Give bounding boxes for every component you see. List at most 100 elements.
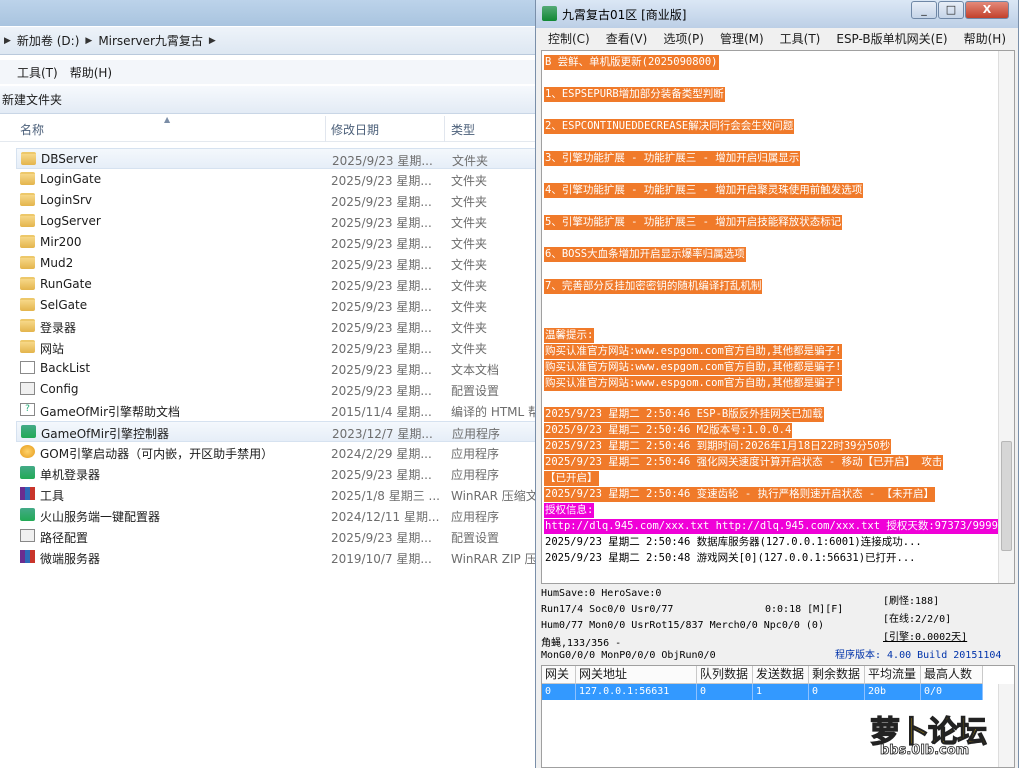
file-row[interactable]: 网站 2025/9/23 星期... 文件夹 bbox=[16, 337, 540, 358]
menu-tools[interactable]: 工具(T) bbox=[772, 30, 829, 47]
column-name[interactable]: 名称 bbox=[20, 121, 44, 138]
file-type: 编译的 HTML 帮 bbox=[451, 405, 541, 419]
chevron-right-icon[interactable]: ▶ bbox=[2, 36, 13, 46]
file-row[interactable]: RunGate 2025/9/23 星期... 文件夹 bbox=[16, 274, 540, 295]
file-type: 文件夹 bbox=[452, 154, 489, 168]
file-row[interactable]: Mud2 2025/9/23 星期... 文件夹 bbox=[16, 253, 540, 274]
column-type[interactable]: 类型 bbox=[451, 121, 475, 138]
file-row[interactable]: BackList 2025/9/23 星期... 文本文档 bbox=[16, 358, 540, 379]
close-button[interactable]: X bbox=[965, 1, 1009, 19]
file-name: 路径配置 bbox=[40, 531, 89, 545]
file-date: 2025/9/23 星期... bbox=[331, 468, 432, 482]
address-bar[interactable]: ▶ 新加卷 (D:) ▶ Mirserver九霄复古 ▶ bbox=[0, 27, 540, 55]
file-date: 2025/9/23 星期... bbox=[331, 342, 432, 356]
config-file-icon bbox=[20, 382, 35, 395]
gom-launcher-icon bbox=[20, 445, 35, 458]
scrollbar-thumb[interactable] bbox=[1001, 441, 1012, 551]
log-line: 2025/9/23 星期二 2:50:48 游戏网关[0](127.0.0.1:… bbox=[545, 552, 916, 564]
file-row[interactable]: Config 2025/9/23 星期... 配置设置 bbox=[16, 379, 540, 400]
menu-help[interactable]: 帮助(H) bbox=[956, 30, 1014, 47]
file-row[interactable]: 工具 2025/1/8 星期三 ... WinRAR 压缩文 bbox=[16, 484, 540, 505]
file-row[interactable]: GameOfMir引擎控制器 2023/12/7 星期... 应用程序 bbox=[16, 421, 540, 442]
stat-engine: [引擎:0.0002天] bbox=[883, 632, 968, 643]
file-date: 2025/9/23 星期... bbox=[331, 384, 432, 398]
gateway-column-header[interactable]: 网关 bbox=[542, 666, 576, 684]
minimize-button[interactable]: _ bbox=[911, 1, 937, 19]
file-name: Mud2 bbox=[40, 256, 74, 270]
file-row[interactable]: LoginSrv 2025/9/23 星期... 文件夹 bbox=[16, 190, 540, 211]
file-row[interactable]: Mir200 2025/9/23 星期... 文件夹 bbox=[16, 232, 540, 253]
file-row[interactable]: 路径配置 2025/9/23 星期... 配置设置 bbox=[16, 526, 540, 547]
watermark-logo: 萝卜论坛 bbs.0lb.com bbox=[869, 705, 1010, 763]
column-divider[interactable] bbox=[444, 116, 445, 142]
log-scrollbar[interactable] bbox=[998, 51, 1014, 583]
gateway-cell[interactable]: 1 bbox=[753, 684, 809, 700]
gateway-column-header[interactable]: 队列数据 bbox=[697, 666, 753, 684]
menu-esp-gateway[interactable]: ESP-B版单机网关(E) bbox=[828, 30, 955, 47]
explorer-title-strip bbox=[0, 0, 540, 26]
application-icon bbox=[20, 508, 35, 521]
log-line: 温馨提示: bbox=[544, 328, 595, 343]
title-bar[interactable]: 九霄复古01区 [商业版] _ □ X bbox=[536, 0, 1018, 28]
menu-tools[interactable]: 工具(T) bbox=[14, 64, 67, 81]
file-type: 应用程序 bbox=[451, 510, 500, 524]
file-row[interactable]: GOM引擎启动器（可内嵌，开区助手禁用） 2024/2/29 星期... 应用程序 bbox=[16, 442, 540, 463]
gateway-cell[interactable]: 0 bbox=[697, 684, 753, 700]
file-name: SelGate bbox=[40, 298, 88, 312]
status-panel: HumSave:0 HeroSave:0 Run17/4 Soc0/0 Usr0… bbox=[541, 586, 1015, 664]
menu-control[interactable]: 控制(C) bbox=[540, 30, 598, 47]
gateway-column-header[interactable]: 最高人数 bbox=[921, 666, 983, 684]
file-date: 2024/12/11 星期... bbox=[331, 510, 440, 524]
file-name: BackList bbox=[40, 361, 91, 375]
gateway-cell[interactable]: 0/0 bbox=[921, 684, 983, 700]
file-row[interactable]: LogServer 2025/9/23 星期... 文件夹 bbox=[16, 211, 540, 232]
file-type: 应用程序 bbox=[451, 468, 500, 482]
file-type: 应用程序 bbox=[451, 447, 500, 461]
log-panel[interactable]: B 尝鲜、单机版更新(2025090800) 1、ESPSEPURB增加部分装备类… bbox=[541, 50, 1015, 584]
file-type: 文件夹 bbox=[451, 279, 488, 293]
gateway-column-header[interactable]: 发送数据 bbox=[753, 666, 809, 684]
menu-help[interactable]: 帮助(H) bbox=[67, 64, 121, 81]
folder-icon bbox=[20, 172, 35, 185]
menu-manage[interactable]: 管理(M) bbox=[712, 30, 772, 47]
chevron-right-icon[interactable]: ▶ bbox=[83, 36, 94, 46]
file-type: 文件夹 bbox=[451, 237, 488, 251]
column-date[interactable]: 修改日期 bbox=[331, 121, 379, 138]
file-row[interactable]: 微端服务器 2019/10/7 星期... WinRAR ZIP 压 bbox=[16, 547, 540, 568]
file-type: 配置设置 bbox=[451, 384, 500, 398]
menu-options[interactable]: 选项(P) bbox=[655, 30, 712, 47]
file-row[interactable]: DBServer 2025/9/23 星期... 文件夹 bbox=[16, 148, 540, 169]
gateway-column-header[interactable]: 平均流量 bbox=[865, 666, 921, 684]
folder-icon bbox=[20, 214, 35, 227]
file-date: 2025/1/8 星期三 ... bbox=[331, 489, 440, 503]
menu-view[interactable]: 查看(V) bbox=[598, 30, 656, 47]
stat-save: HumSave:0 HeroSave:0 bbox=[541, 588, 662, 599]
folder-icon bbox=[20, 193, 35, 206]
file-row[interactable]: LoginGate 2025/9/23 星期... 文件夹 bbox=[16, 169, 540, 190]
gateway-cell[interactable]: 0 bbox=[542, 684, 576, 700]
log-line: 购买认准官方网站:www.espgom.com官方自助,其他都是骗子! bbox=[544, 360, 843, 375]
log-line: 购买认准官方网站:www.espgom.com官方自助,其他都是骗子! bbox=[544, 376, 843, 391]
breadcrumb-drive[interactable]: 新加卷 (D:) bbox=[13, 32, 83, 49]
new-folder-button[interactable]: 新建文件夹 bbox=[2, 91, 62, 108]
maximize-button[interactable]: □ bbox=[938, 1, 964, 19]
app-icon bbox=[542, 6, 557, 21]
sort-up-icon: ▲ bbox=[164, 115, 171, 124]
log-line: 3、引擎功能扩展 - 功能扩展三 - 增加开启归属显示 bbox=[544, 151, 801, 166]
stat-monsters: 角蝇,133/356 - bbox=[541, 638, 622, 649]
file-row[interactable]: 火山服务端一键配置器 2024/12/11 星期... 应用程序 bbox=[16, 505, 540, 526]
column-divider[interactable] bbox=[325, 116, 326, 142]
file-row[interactable]: 单机登录器 2025/9/23 星期... 应用程序 bbox=[16, 463, 540, 484]
file-row[interactable]: ? GameOfMir引擎帮助文档 2015/11/4 星期... 编译的 HTML … bbox=[16, 400, 540, 421]
file-row[interactable]: 登录器 2025/9/23 星期... 文件夹 bbox=[16, 316, 540, 337]
gateway-cell[interactable]: 127.0.0.1:56631 bbox=[576, 684, 697, 700]
log-line: http://dlq.945.com/xxx.txt http://dlq.94… bbox=[544, 519, 1006, 534]
file-row[interactable]: SelGate 2025/9/23 星期... 文件夹 bbox=[16, 295, 540, 316]
gateway-column-header[interactable]: 网关地址 bbox=[576, 666, 697, 684]
chevron-right-icon[interactable]: ▶ bbox=[207, 36, 218, 46]
gateway-cell[interactable]: 0 bbox=[809, 684, 865, 700]
gateway-cell[interactable]: 20b bbox=[865, 684, 921, 700]
config-file-icon bbox=[20, 529, 35, 542]
gateway-column-header[interactable]: 剩余数据 bbox=[809, 666, 865, 684]
breadcrumb-folder[interactable]: Mirserver九霄复古 bbox=[94, 32, 207, 49]
